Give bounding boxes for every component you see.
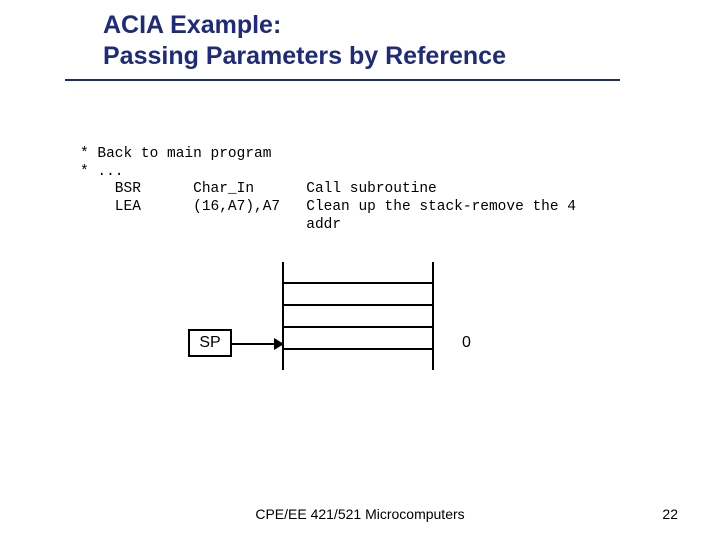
arrow-icon: [232, 343, 282, 345]
sp-label: SP: [199, 334, 220, 352]
stack-open-bottom: [282, 350, 434, 370]
footer-text: CPE/EE 421/521 Microcomputers: [0, 506, 720, 522]
page-number: 22: [662, 506, 678, 522]
code-line: addr: [80, 217, 341, 233]
code-line: * ...: [80, 164, 124, 180]
title-line-2: Passing Parameters by Reference: [103, 41, 660, 72]
stack-cell: [282, 328, 434, 350]
stack-cell: [282, 262, 434, 284]
stack-diagram: SP 0: [188, 262, 528, 402]
sp-label-box: SP: [188, 329, 232, 357]
code-line: LEA (16,A7),A7 Clean up the stack-remove…: [80, 199, 576, 215]
zero-label: 0: [462, 334, 471, 352]
stack-cell: [282, 306, 434, 328]
code-line: * Back to main program: [80, 146, 271, 162]
assembly-code: * Back to main program * ... BSR Char_In…: [80, 146, 576, 234]
slide-title: ACIA Example: Passing Parameters by Refe…: [103, 10, 660, 81]
title-line-1: ACIA Example:: [103, 10, 660, 41]
title-underline: [65, 79, 620, 81]
stack-cell: [282, 284, 434, 306]
code-line: BSR Char_In Call subroutine: [80, 181, 437, 197]
stack-frame: [282, 262, 434, 370]
